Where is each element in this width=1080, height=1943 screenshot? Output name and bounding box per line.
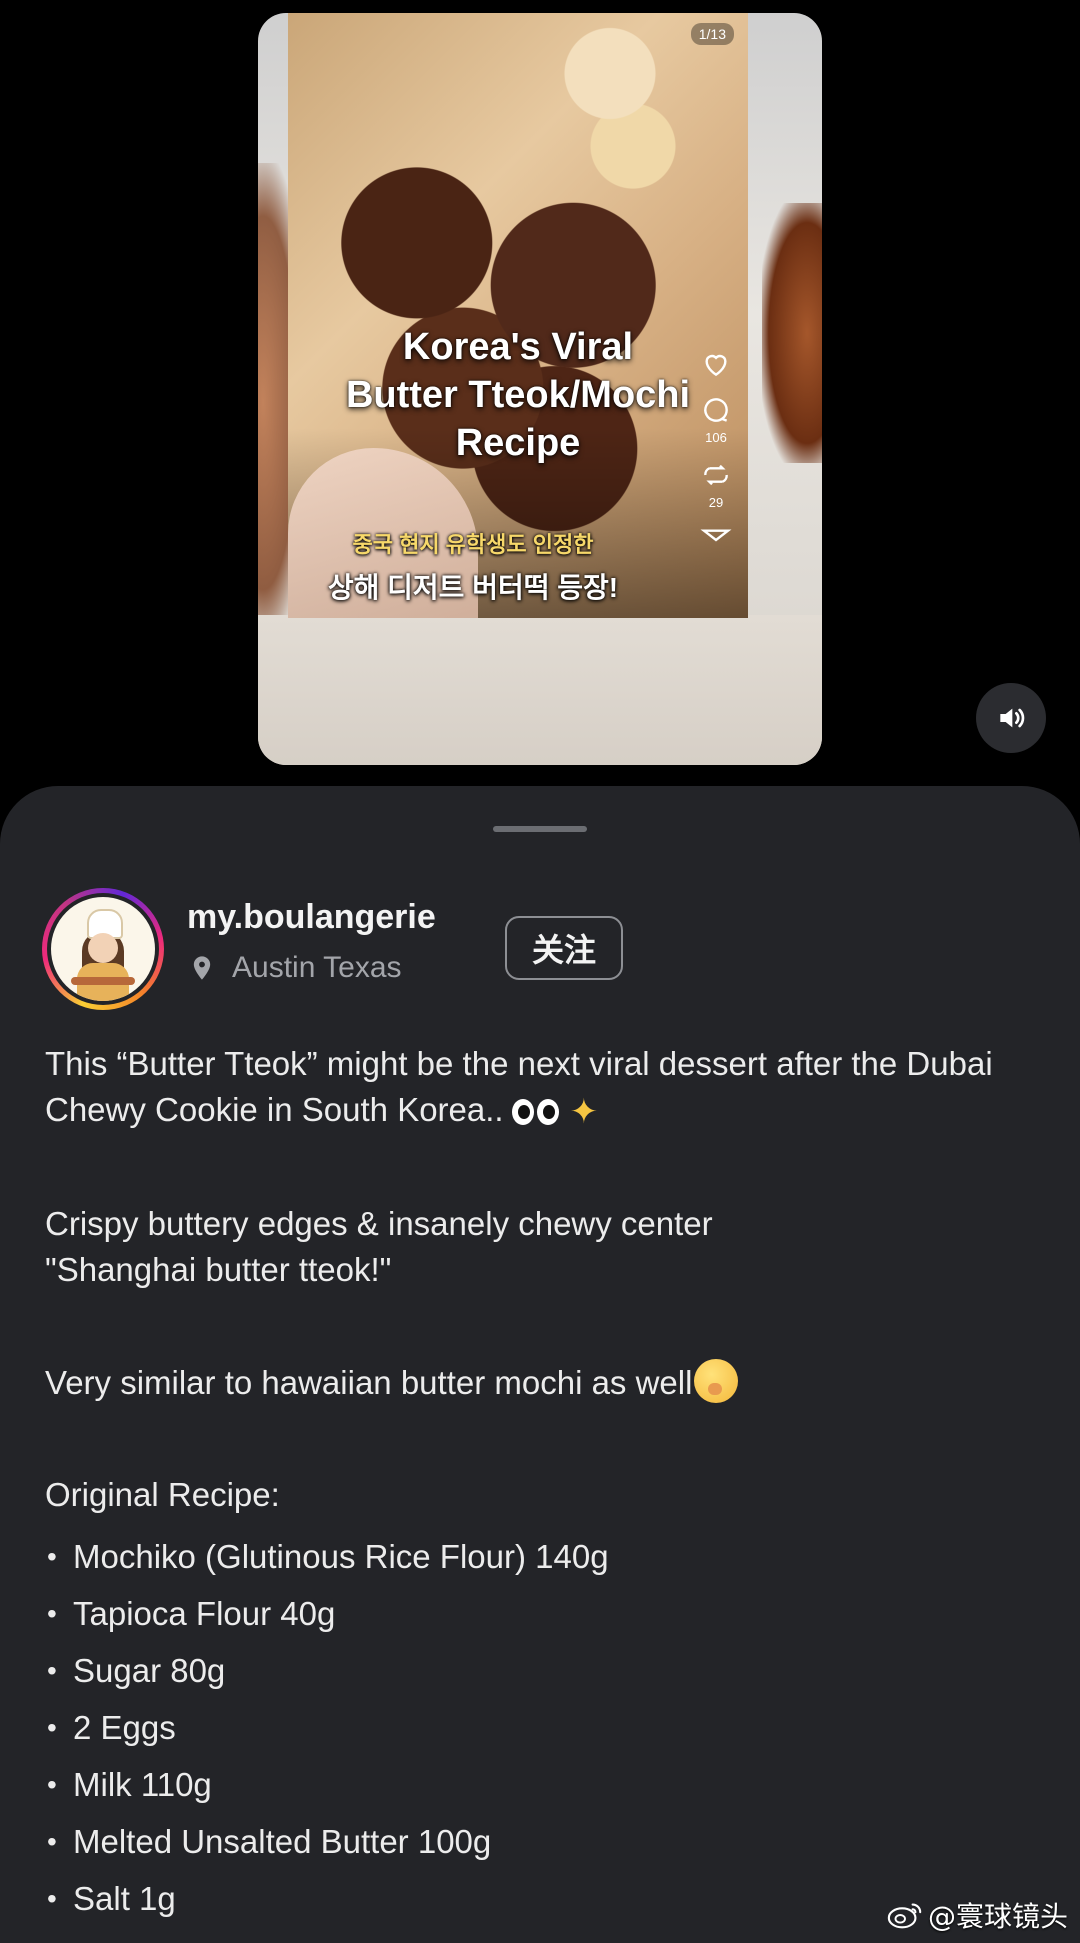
post-details-sheet[interactable]: my.boulangerie Austin Texas 关注 This “But… [0,786,1080,1943]
like-action [700,348,732,380]
follow-button[interactable]: 关注 [505,916,623,980]
post-caption: This “Butter Tteok” might be the next vi… [45,1041,1045,1927]
background-blur [762,203,822,463]
heart-icon [705,354,727,377]
korean-caption: 상해 디저트 버터떡 등장! [327,572,619,603]
repost-action: 29 [700,459,732,510]
send-icon [700,529,732,542]
ingredient-item: Mochiko (Glutinous Rice Flour) 140g [45,1528,1045,1585]
ingredient-item: 2 Eggs [45,1699,1045,1756]
slide-counter: 1/13 [690,23,734,45]
ingredient-list: Mochiko (Glutinous Rice Flour) 140g Tapi… [45,1528,1045,1927]
media-frame[interactable]: Korea's Viral Butter Tteok/Mochi Recipe … [258,13,822,765]
overlay-title-line: Korea's Viral [402,326,634,368]
speaker-icon [1000,708,1025,728]
sheet-drag-handle[interactable] [493,826,587,832]
overlay-title-line: Butter Tteok/Mochi [345,374,691,416]
ingredient-item: Melted Unsalted Butter 100g [45,1813,1045,1870]
location[interactable]: Austin Texas [188,951,402,985]
sparkles-emoji-icon: ✦ [569,1093,599,1131]
caption-text: "Shanghai butter tteok!" [45,1251,392,1288]
ingredient-item: Milk 110g [45,1756,1045,1813]
ingredient-item: Sugar 80g [45,1642,1045,1699]
location-pin-icon [193,956,211,980]
comment-count: 106 [705,430,727,445]
recipe-title: Original Recipe: [45,1476,280,1513]
ingredient-item: Tapioca Flour 40g [45,1585,1045,1642]
caption-paragraph: This “Butter Tteok” might be the next vi… [45,1041,1045,1135]
caption-paragraph: Very similar to hawaiian butter mochi as… [45,1359,1045,1406]
watermark-text: @寰球镜头 [927,1900,1068,1933]
watermark: @寰球镜头 [886,1895,1068,1935]
caption-text: Crispy buttery edges & insanely chewy ce… [45,1205,713,1242]
share-action [700,524,732,556]
repost-count: 29 [708,495,724,510]
weibo-logo-icon [887,1903,922,1929]
repost-icon [704,464,728,486]
sound-toggle-button[interactable] [976,683,1046,753]
location-label: Austin Texas [232,951,402,984]
caption-text: Very similar to hawaiian butter mochi as… [45,1364,693,1401]
embedded-post-image: Korea's Viral Butter Tteok/Mochi Recipe … [288,13,748,618]
avatar-image [51,897,155,1001]
overlay-title-line: Recipe [455,422,581,464]
username[interactable]: my.boulangerie [187,898,436,937]
background-blur [258,615,822,765]
embedded-action-bar: 106 29 [696,348,736,570]
avatar[interactable] [42,888,164,1010]
media-viewer[interactable]: Korea's Viral Butter Tteok/Mochi Recipe … [0,0,1080,790]
overlay-title: Korea's Viral Butter Tteok/Mochi Recipe [288,323,748,467]
korean-subtitle: 중국 현지 유학생도 인정한 [352,532,594,557]
caption-paragraph: Crispy buttery edges & insanely chewy ce… [45,1201,1045,1293]
comment-action: 106 [700,394,732,445]
eyes-emoji-icon [511,1087,562,1133]
comment-icon [704,398,728,422]
smiling-emoji-icon [694,1359,739,1403]
